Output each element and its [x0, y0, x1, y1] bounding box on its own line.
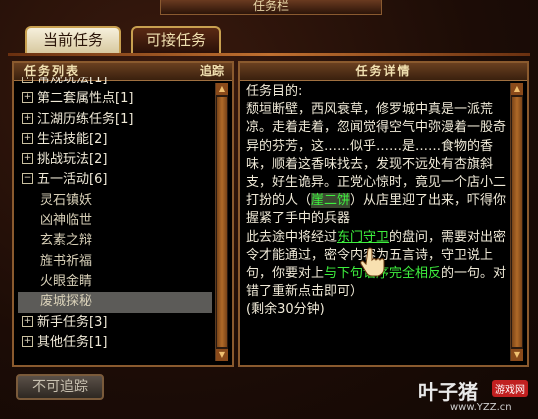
task-group-item[interactable]: + 常规玩法[1]: [18, 77, 212, 89]
task-group-item[interactable]: + 第二套属性点[1]: [18, 89, 212, 109]
task-detail-panel: 任务详情 任务目的: 颓垣断壁，西风衰草，修罗城中真是一派荒凉。走着走着，忽闻觉…: [238, 61, 529, 367]
task-group-item[interactable]: + 其他任务[1]: [18, 333, 212, 353]
plus-icon[interactable]: +: [22, 77, 33, 83]
watermark-brand: 叶子猪: [418, 380, 478, 404]
task-sub-item[interactable]: 凶神临世: [18, 211, 212, 231]
watermark-url: www.YZZ.cn: [450, 402, 512, 413]
task-sub-item[interactable]: 旌书祈福: [18, 252, 212, 272]
tab-divider: [8, 53, 530, 56]
task-detail-text: 任务目的: 颓垣断壁，西风衰草，修罗城中真是一派荒凉。走着走着，忽闻觉得空气中弥…: [246, 83, 508, 320]
hand-cursor-icon: [360, 247, 385, 277]
task-detail-scrollbar[interactable]: ▲ ▼: [510, 83, 523, 361]
plus-icon[interactable]: +: [22, 335, 33, 347]
task-goal-label: 任务目的:: [246, 84, 303, 99]
scroll-up-icon[interactable]: ▲: [216, 83, 228, 95]
npc-link[interactable]: 东门守卫: [337, 230, 389, 245]
plus-icon[interactable]: +: [22, 92, 33, 104]
untrack-button[interactable]: 不可追踪: [16, 374, 104, 400]
minus-icon[interactable]: −: [22, 173, 33, 185]
task-group-item[interactable]: + 江湖历练任务[1]: [18, 110, 212, 130]
task-list-panel: 任务列表 追踪 + 常规玩法[1] + 第二套属性点[1] + 江湖历练任务[1] +…: [12, 61, 234, 367]
tab-current-tasks[interactable]: 当前任务: [25, 26, 121, 53]
task-group-item[interactable]: + 挑战玩法[2]: [18, 150, 212, 170]
site-watermark: 叶子猪 游戏网 www.YZZ.cn: [418, 372, 538, 419]
task-window: 任务栏 当前任务 可接任务 任务列表 追踪 + 常规玩法[1] + 第二套属性点[1…: [0, 0, 538, 419]
task-detail-title: 任务详情: [355, 64, 412, 78]
plus-icon[interactable]: +: [22, 132, 33, 144]
scroll-up-icon[interactable]: ▲: [511, 83, 523, 95]
watermark-badge: 游戏网: [492, 380, 528, 397]
scroll-thumb[interactable]: [217, 97, 227, 347]
plus-icon[interactable]: +: [22, 315, 33, 327]
task-detail-header: 任务详情: [240, 63, 527, 81]
task-sub-item[interactable]: 灵石镇妖: [18, 191, 212, 211]
task-sub-item-selected[interactable]: 废城探秘: [18, 292, 212, 313]
task-sub-item[interactable]: 玄素之辩: [18, 231, 212, 251]
window-title: 任务栏: [160, 0, 382, 15]
task-group-item[interactable]: + 新手任务[3]: [18, 313, 212, 333]
task-description: 颓垣断壁，西风衰草，修罗城中真是一派荒凉。走着走着，忽闻觉得空气中弥漫着一股奇异…: [246, 102, 507, 227]
plus-icon[interactable]: +: [22, 112, 33, 124]
tab-available-tasks[interactable]: 可接任务: [131, 26, 221, 53]
task-group-item[interactable]: − 五一活动[6]: [18, 170, 212, 190]
task-list-scrollbar[interactable]: ▲ ▼: [215, 83, 228, 361]
task-sub-item[interactable]: 火眼金睛: [18, 272, 212, 292]
task-group-item[interactable]: + 生活技能[2]: [18, 130, 212, 150]
npc-link[interactable]: 崖二饼: [311, 193, 351, 209]
time-remaining: (剩余30分钟): [246, 302, 325, 318]
scroll-thumb[interactable]: [512, 97, 522, 347]
task-list: + 常规玩法[1] + 第二套属性点[1] + 江湖历练任务[1] + 生活技能[2] …: [18, 77, 212, 361]
plus-icon[interactable]: +: [22, 153, 33, 165]
scroll-down-icon[interactable]: ▼: [511, 349, 523, 361]
scroll-down-icon[interactable]: ▼: [216, 349, 228, 361]
